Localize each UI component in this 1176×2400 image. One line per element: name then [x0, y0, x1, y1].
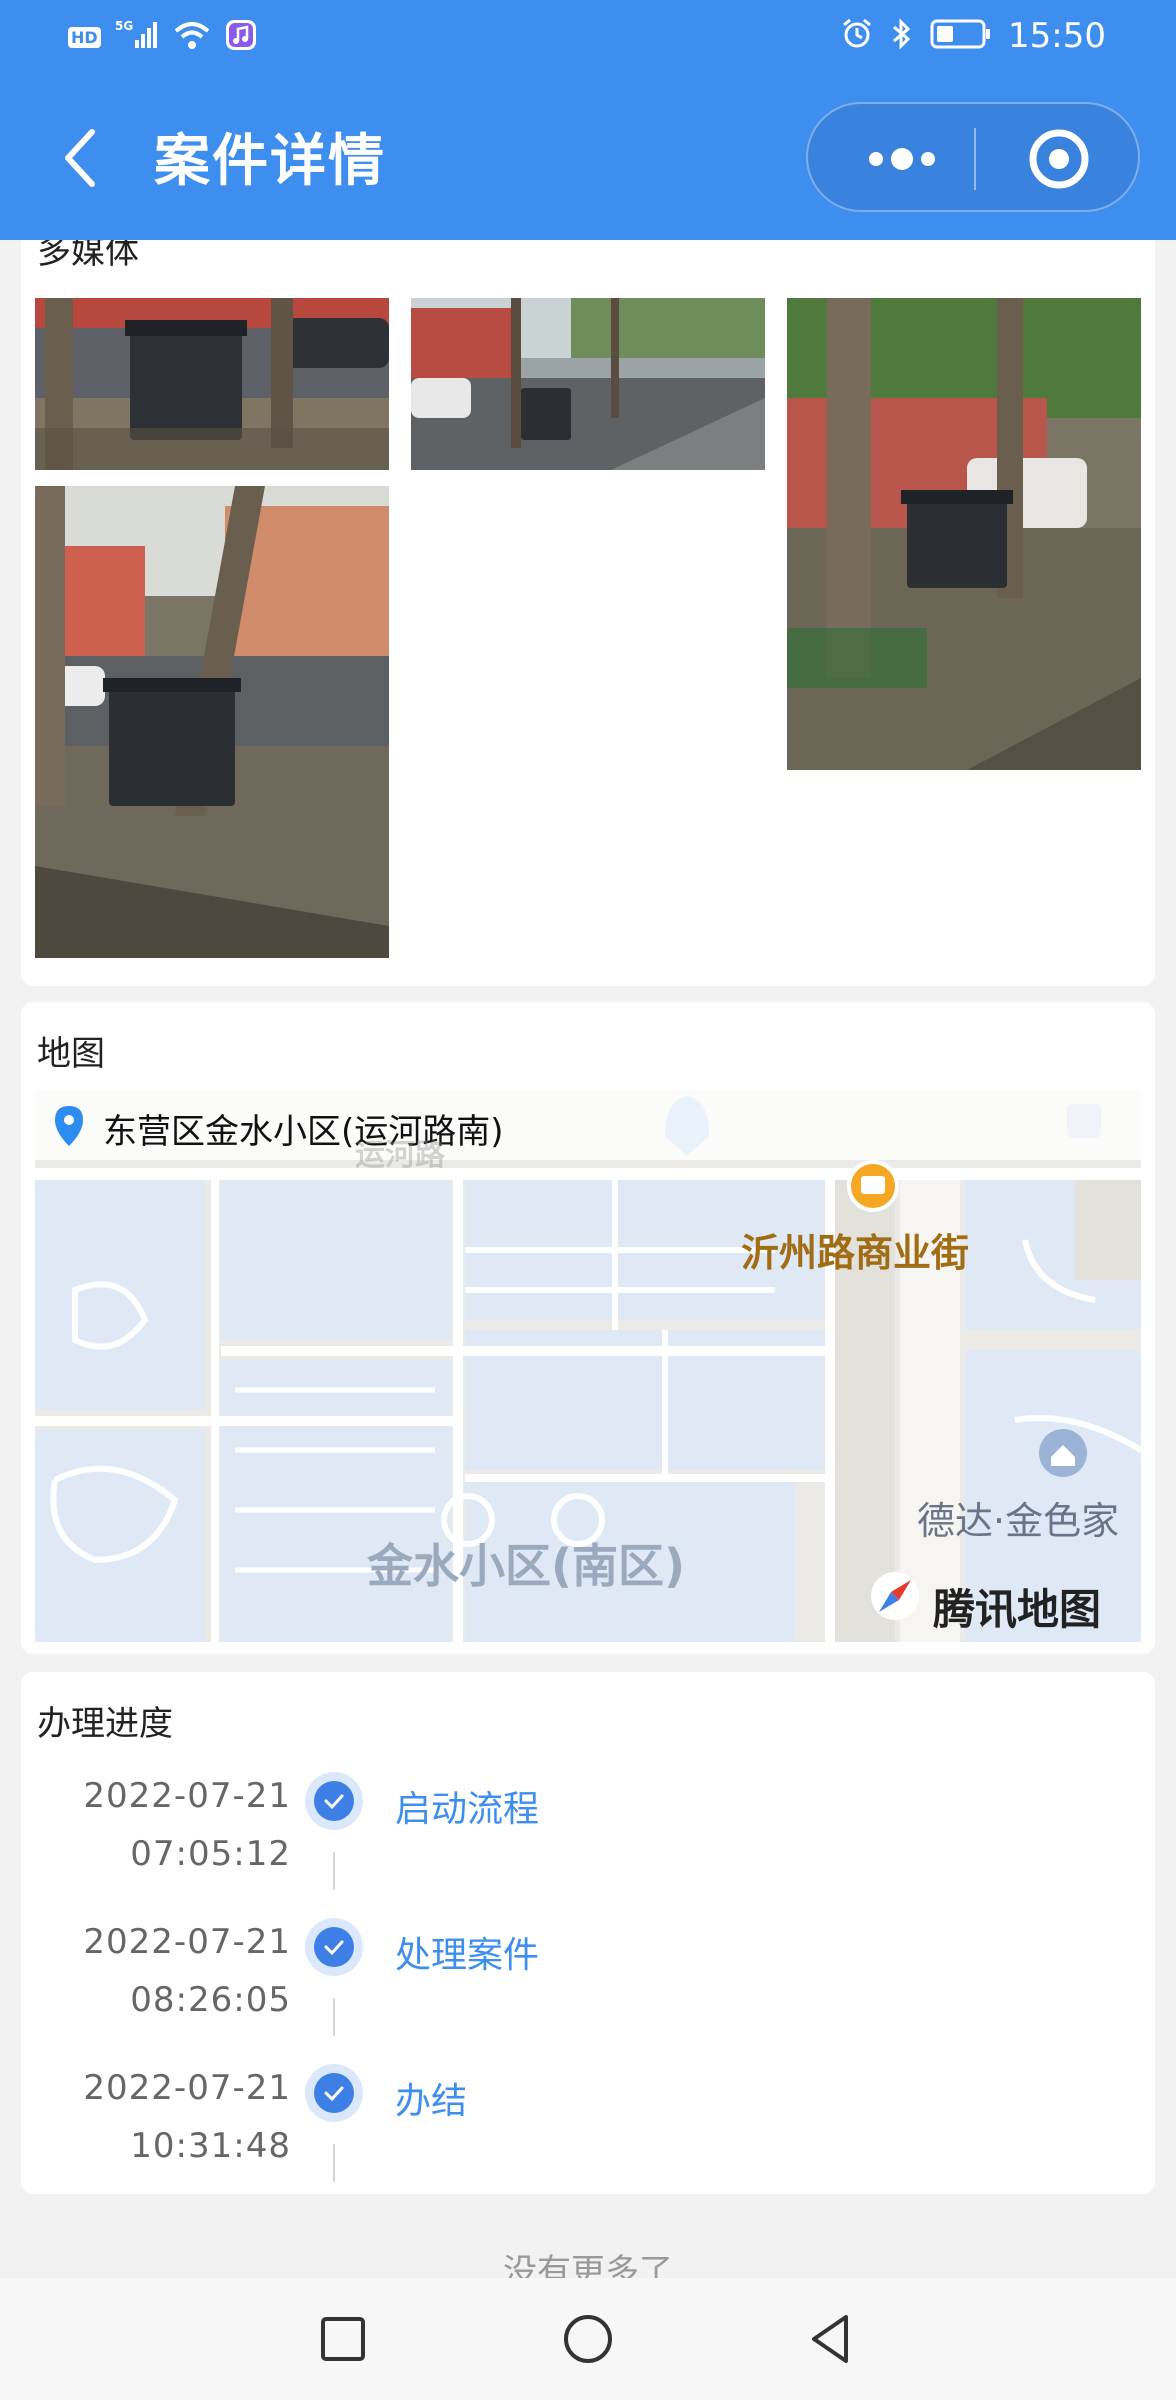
nav-bar: 案件详情 — [0, 74, 1176, 240]
network-5g-label: 5G — [115, 19, 133, 33]
check-icon — [305, 1772, 363, 1830]
chevron-left-icon — [65, 129, 95, 187]
capsule-divider — [974, 128, 976, 190]
bluetooth-icon — [890, 17, 914, 55]
map-poi-right-label: 德达·金色家 — [917, 1499, 1120, 1543]
step-label[interactable]: 启动流程 — [395, 1780, 539, 1832]
media-card: 多媒体 — [21, 200, 1155, 986]
timeline-connector — [333, 2144, 335, 2182]
status-time: 15:50 — [1008, 16, 1106, 56]
photo-2[interactable] — [411, 298, 765, 470]
map-address-bar: 东营区金水小区(运河路南) — [35, 1090, 1141, 1160]
timeline-connector — [333, 1998, 335, 2036]
recent-apps-icon[interactable] — [318, 2314, 368, 2364]
location-pin-icon — [55, 1106, 83, 1146]
progress-card: 办理进度 2022-07-21 07:05:12 启动流程 2022-07-21… — [21, 1672, 1155, 2194]
top-bar: HD 5G 15:50 案件详情 — [0, 0, 1176, 240]
step-label[interactable]: 处理案件 — [395, 1926, 539, 1978]
back-triangle-icon[interactable] — [806, 2311, 856, 2367]
step-time: 08:26:05 — [130, 1980, 291, 2020]
map-view[interactable]: 东营区金水小区(运河路南) 运河路 沂州路商业街 金水小区(南区) 德达·金色家… — [35, 1090, 1141, 1642]
check-icon — [305, 2064, 363, 2122]
hd-badge: HD — [68, 26, 101, 48]
compass-icon — [871, 1572, 919, 1620]
page-title: 案件详情 — [154, 129, 386, 194]
mini-program-capsule — [806, 102, 1140, 212]
progress-title: 办理进度 — [37, 1704, 173, 1744]
alarm-icon — [840, 17, 874, 55]
target-circle-icon — [1029, 129, 1089, 189]
map-road-label: 运河路 — [355, 1138, 445, 1173]
timeline-connector — [333, 1852, 335, 1890]
more-button[interactable] — [844, 128, 954, 190]
signal-icon: 5G — [115, 18, 159, 56]
step-date: 2022-07-21 — [83, 1776, 291, 1816]
system-nav-bar — [0, 2278, 1176, 2400]
music-app-icon — [225, 19, 257, 55]
step-label[interactable]: 办结 — [395, 2072, 467, 2124]
step-time: 10:31:48 — [130, 2126, 291, 2166]
step-time: 07:05:12 — [130, 1834, 291, 1874]
close-button[interactable] — [1004, 124, 1114, 194]
map-district-label: 金水小区(南区) — [367, 1539, 686, 1593]
map-card: 地图 东营区金水小区(运河路南) 运河路 沂州路商业街 金水小区(南区) 德达·… — [21, 1002, 1155, 1654]
check-icon — [305, 1918, 363, 1976]
map-brand-label: 腾讯地图 — [933, 1585, 1102, 1634]
wifi-icon — [173, 20, 211, 54]
home-icon[interactable] — [560, 2311, 616, 2367]
photo-3[interactable] — [787, 298, 1141, 770]
back-button[interactable] — [52, 118, 112, 198]
map-title: 地图 — [37, 1034, 105, 1074]
status-bar: HD 5G 15:50 — [0, 0, 1176, 74]
step-date: 2022-07-21 — [83, 1922, 291, 1962]
step-date: 2022-07-21 — [83, 2068, 291, 2108]
photo-1[interactable] — [35, 298, 389, 470]
photo-4[interactable] — [35, 486, 389, 958]
map-poi-street-label: 沂州路商业街 — [741, 1231, 970, 1275]
battery-icon — [930, 18, 992, 54]
more-dots-icon — [869, 148, 935, 170]
